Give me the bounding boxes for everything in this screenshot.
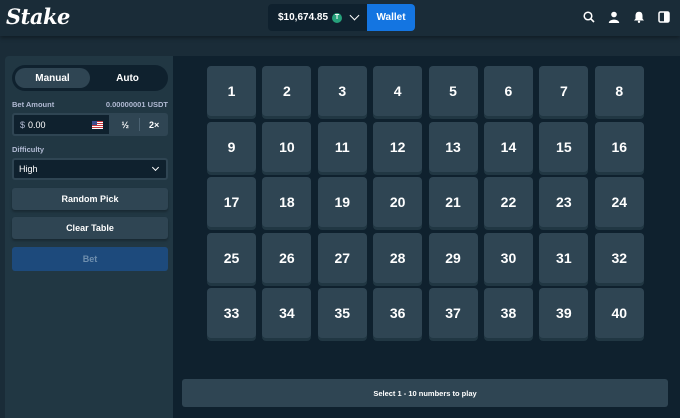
difficulty-label-row: Difficulty xyxy=(12,145,168,154)
bet-amount-value: 0.00 xyxy=(28,119,46,130)
bet-amount-group: $ 0.00 ½ 2× xyxy=(12,113,168,136)
bell-icon[interactable] xyxy=(633,10,645,23)
balance-dropdown[interactable]: $10,674.85 T xyxy=(268,4,367,31)
bet-button[interactable]: Bet xyxy=(12,247,168,271)
top-bar: Stake $10,674.85 T Wallet xyxy=(0,0,680,36)
keno-board: 1 2 3 4 5 6 7 8 9 10 11 12 13 14 15 16 17 18 19 20 21 22 23 24 2… xyxy=(173,56,680,418)
number-tile[interactable]: 6 xyxy=(483,66,533,116)
number-tile[interactable]: 25 xyxy=(207,232,256,283)
double-bet-button[interactable]: 2× xyxy=(140,113,168,136)
balance-amount: $10,674.85 xyxy=(278,12,329,23)
wallet-button[interactable]: Wallet xyxy=(367,4,415,31)
mode-toggle: Manual Auto xyxy=(12,65,168,91)
number-tile[interactable]: 37 xyxy=(428,288,478,339)
bet-amount-label-row: Bet Amount 0.00000001 USDT xyxy=(12,100,168,109)
number-tile[interactable]: 11 xyxy=(317,121,367,172)
number-tile[interactable]: 20 xyxy=(373,177,423,228)
number-tile[interactable]: 36 xyxy=(373,288,423,339)
bet-amount-input[interactable]: $ 0.00 xyxy=(12,113,112,136)
number-tile[interactable]: 15 xyxy=(539,121,589,172)
number-tile[interactable]: 12 xyxy=(373,121,423,172)
number-tile[interactable]: 3 xyxy=(317,66,367,116)
tab-auto[interactable]: Auto xyxy=(90,68,165,88)
number-tile[interactable]: 33 xyxy=(207,288,256,339)
bet-control-panel: Manual Auto Bet Amount 0.00000001 USDT $… xyxy=(5,56,173,418)
number-tile[interactable]: 27 xyxy=(317,232,367,283)
number-tile[interactable]: 30 xyxy=(483,232,533,283)
tab-manual[interactable]: Manual xyxy=(15,68,90,88)
random-pick-button[interactable]: Random Pick xyxy=(12,188,168,210)
difficulty-value: High xyxy=(19,164,38,174)
number-tile[interactable]: 4 xyxy=(373,66,423,116)
chevron-down-icon xyxy=(151,163,160,172)
number-tile[interactable]: 32 xyxy=(594,232,644,283)
tether-coin-icon: T xyxy=(332,12,343,23)
number-tile[interactable]: 8 xyxy=(594,66,644,116)
half-bet-button[interactable]: ½ xyxy=(111,113,139,136)
user-icon[interactable] xyxy=(608,10,620,23)
currency-symbol: $ xyxy=(20,119,26,130)
difficulty-select[interactable]: High xyxy=(12,158,168,180)
number-tile[interactable]: 22 xyxy=(483,177,533,228)
number-tile[interactable]: 13 xyxy=(428,121,478,172)
number-tile[interactable]: 28 xyxy=(373,232,423,283)
number-tile[interactable]: 35 xyxy=(317,288,367,339)
status-message: Select 1 - 10 numbers to play xyxy=(182,379,668,407)
number-tile[interactable]: 29 xyxy=(428,232,478,283)
number-tile[interactable]: 2 xyxy=(262,66,312,116)
number-tile[interactable]: 5 xyxy=(428,66,478,116)
bet-amount-conversion: 0.00000001 USDT xyxy=(105,100,168,109)
number-grid: 1 2 3 4 5 6 7 8 9 10 11 12 13 14 15 16 17 18 19 20 21 22 23 24 2… xyxy=(207,66,644,339)
number-tile[interactable]: 23 xyxy=(539,177,589,228)
number-tile[interactable]: 16 xyxy=(594,121,644,172)
number-tile[interactable]: 17 xyxy=(207,177,256,228)
us-flag-icon xyxy=(92,120,104,129)
number-tile[interactable]: 9 xyxy=(207,121,256,172)
number-tile[interactable]: 40 xyxy=(594,288,644,339)
search-icon[interactable] xyxy=(583,10,595,23)
number-tile[interactable]: 31 xyxy=(539,232,589,283)
number-tile[interactable]: 18 xyxy=(262,177,312,228)
number-tile[interactable]: 21 xyxy=(428,177,478,228)
chevron-down-icon xyxy=(349,10,360,21)
number-tile[interactable]: 10 xyxy=(262,121,312,172)
number-tile[interactable]: 19 xyxy=(317,177,367,228)
number-tile[interactable]: 24 xyxy=(594,177,644,228)
number-tile[interactable]: 39 xyxy=(539,288,589,339)
number-tile[interactable]: 1 xyxy=(207,66,256,116)
number-tile[interactable]: 34 xyxy=(262,288,312,339)
number-tile[interactable]: 38 xyxy=(483,288,533,339)
clear-table-button[interactable]: Clear Table xyxy=(12,217,168,239)
sidebar-toggle-icon[interactable] xyxy=(658,10,670,23)
header-icons xyxy=(583,10,670,23)
number-tile[interactable]: 14 xyxy=(483,121,533,172)
number-tile[interactable]: 26 xyxy=(262,232,312,283)
difficulty-label: Difficulty xyxy=(12,145,45,154)
bet-amount-label: Bet Amount xyxy=(12,100,55,109)
number-tile[interactable]: 7 xyxy=(539,66,589,116)
stake-logo[interactable]: Stake xyxy=(6,4,70,29)
